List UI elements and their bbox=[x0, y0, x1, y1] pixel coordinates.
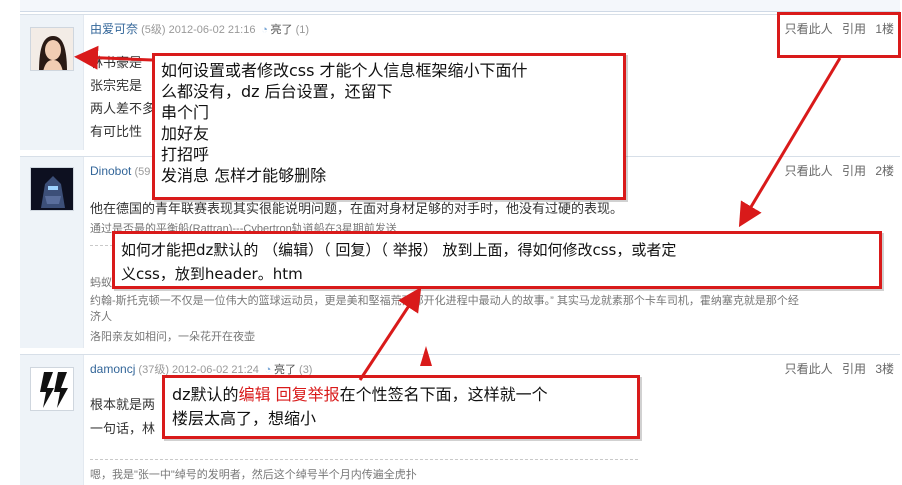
post-sidebar bbox=[20, 157, 84, 348]
post-sidebar bbox=[20, 15, 84, 150]
signature-divider bbox=[90, 459, 638, 460]
post-actions: 只看此人 引用 3楼 bbox=[779, 361, 894, 377]
quote-link[interactable]: 引用 bbox=[842, 362, 866, 376]
avatar-robot-image bbox=[31, 168, 73, 210]
post-meta: Dinobot (59 bbox=[90, 163, 150, 179]
post-meta: 由爱可奈 (5级) 2012-06-02 21:16 ◔ 亮了 (1) bbox=[90, 21, 309, 37]
avatar[interactable] bbox=[30, 367, 74, 411]
author-link[interactable]: damoncj bbox=[90, 362, 135, 376]
callout-line: 如何才能把dz默认的 （编辑）（ 回复）（ 举报） 放到上面，得如何修改css，… bbox=[121, 241, 677, 259]
floor-number: 2楼 bbox=[875, 164, 894, 178]
post-time: 2012-06-02 21:16 bbox=[168, 24, 256, 36]
callout-text: 在个性签名下面，这样就一个 bbox=[339, 385, 548, 404]
post-text-line: 一句话，林 bbox=[90, 421, 156, 436]
user-level: (5级) bbox=[141, 24, 166, 36]
post-sidebar bbox=[20, 355, 84, 485]
floor-number: 3楼 bbox=[875, 362, 894, 376]
callout-line: 打招呼 bbox=[161, 145, 210, 164]
view-only-this-user-link[interactable]: 只看此人 bbox=[785, 164, 833, 178]
post-text-line: 两人差不多 bbox=[90, 101, 156, 116]
post-text-line: 有可比性 bbox=[90, 124, 143, 139]
like-count: (1) bbox=[295, 24, 310, 36]
author-link[interactable]: 由爱可奈 bbox=[90, 22, 138, 36]
like-label[interactable]: 亮了 bbox=[271, 24, 293, 36]
avatar[interactable] bbox=[30, 167, 74, 211]
callout-highlight-text: 编辑 回复举报 bbox=[238, 385, 340, 404]
user-level: (59 bbox=[134, 166, 151, 178]
signature-line: 蚂蚁 bbox=[90, 277, 112, 289]
callout-line: 么都没有，dz 后台设置，还留下 bbox=[161, 82, 393, 101]
signature-line: 嗯，我是"张一中"绰号的发明者，然后这个绰号半个月内传遍全虎扑 bbox=[90, 469, 417, 481]
author-link[interactable]: Dinobot bbox=[90, 164, 131, 178]
callout-line: 发消息 怎样才能够删除 bbox=[161, 166, 327, 185]
post-text-line: 张宗宪是 bbox=[90, 78, 143, 93]
annotation-callout-floor-height: dz默认的编辑 回复举报在个性签名下面，这样就一个 楼层太高了，想缩小 bbox=[162, 375, 640, 439]
post-text-line: 根本就是两 bbox=[90, 397, 156, 412]
callout-line: 义css，放到header。htm bbox=[121, 265, 303, 283]
avatar-logo-image bbox=[31, 368, 73, 410]
annotation-callout-buttons-position: 如何才能把dz默认的 （编辑）（ 回复）（ 举报） 放到上面，得如何修改css，… bbox=[112, 231, 882, 289]
highlight-box-actions bbox=[777, 12, 901, 58]
signature-line: 济人 bbox=[90, 311, 112, 323]
post-text-line: 他在德国的青年联赛表现其实很能说明问题，在面对身材足够的对手时，他没有过硬的表现… bbox=[90, 201, 624, 216]
callout-line: 楼层太高了，想缩小 bbox=[172, 409, 317, 428]
post-text-line: 林书豪是 bbox=[90, 55, 143, 70]
view-only-this-user-link[interactable]: 只看此人 bbox=[785, 362, 833, 376]
callout-text: dz默认的 bbox=[172, 385, 239, 404]
signature-line: 约翰-斯托克顿一不仅是一位伟大的篮球运动员，更是美和堅福荒西部开化进程中最动人的… bbox=[90, 295, 799, 307]
signature-line: 洛阳亲友如相问，一朵花开在夜壶 bbox=[90, 331, 255, 343]
post-actions: 只看此人 引用 2楼 bbox=[779, 163, 894, 179]
callout-line: dz默认的编辑 回复举报在个性签名下面，这样就一个 bbox=[172, 383, 630, 407]
avatar[interactable] bbox=[30, 27, 74, 71]
callout-line: 加好友 bbox=[161, 124, 210, 143]
quote-link[interactable]: 引用 bbox=[842, 164, 866, 178]
callout-line: 如何设置或者修改css 才能个人信息框架缩小下面什 bbox=[161, 61, 528, 80]
callout-line: 串个门 bbox=[161, 103, 210, 122]
annotation-callout-profile-css: 如何设置或者修改css 才能个人信息框架缩小下面什 么都没有，dz 后台设置，还… bbox=[152, 53, 626, 200]
lightbulb-icon[interactable]: ◔ bbox=[259, 22, 271, 38]
avatar-girl-image bbox=[31, 28, 73, 70]
top-bar-edge bbox=[20, 0, 900, 12]
